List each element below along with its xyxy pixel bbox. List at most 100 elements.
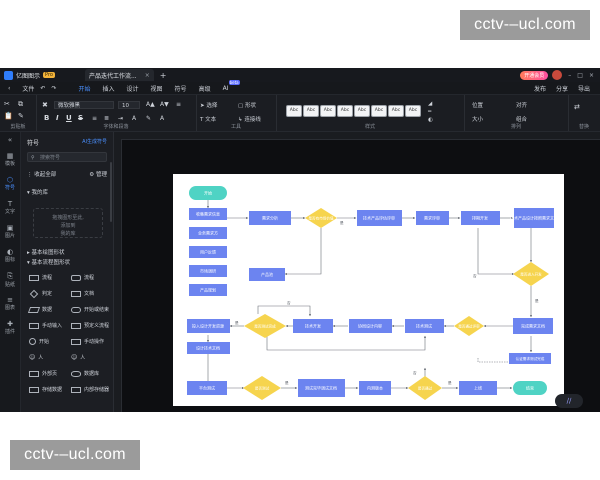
position-button[interactable]: 位置 xyxy=(472,101,483,109)
line-spacing-icon[interactable]: ≡ xyxy=(176,101,181,108)
publish-button[interactable]: 发布 xyxy=(534,84,546,93)
ai-assistant-floating-button[interactable]: ∕∕ xyxy=(555,394,583,408)
highlight-icon[interactable]: ✎ xyxy=(146,115,151,122)
symbol-document[interactable]: 文档 xyxy=(71,290,94,297)
document-tab[interactable]: 产品迭代工作流... × xyxy=(84,69,154,81)
canvas-area[interactable]: 是 否 是 否 是 是 是 否 开始 收集需求信息 业务需求方 用户反馈 市场调… xyxy=(114,132,600,412)
node-design[interactable]: 技术开发 xyxy=(293,319,333,333)
style-swatch-7[interactable]: Abc xyxy=(388,105,404,117)
node-review[interactable]: 需求评审 xyxy=(416,211,449,225)
cut-icon[interactable]: ✂ xyxy=(4,100,10,108)
shape-tool[interactable]: ▢ 形状 xyxy=(238,101,256,109)
connector[interactable] xyxy=(477,228,515,276)
node-report[interactable]: 认证需求测试完成 xyxy=(509,353,551,364)
symbol-data[interactable]: 数据 xyxy=(27,306,52,313)
manage-button[interactable]: ⚙ 管理 xyxy=(89,170,107,178)
symbol-predefined[interactable]: 预定义流程 xyxy=(71,322,109,329)
style-swatch-1[interactable]: Abc xyxy=(286,105,302,117)
symbol-start-end[interactable]: 开始或结束 xyxy=(71,306,109,313)
symbol-person[interactable]: ☺ 人 xyxy=(29,354,43,361)
node-market[interactable]: 市场调研 xyxy=(189,265,227,277)
sidebar-item-image[interactable]: ▣ 图片 xyxy=(0,224,20,239)
sidebar-item-chart[interactable]: ≡ 图表 xyxy=(0,296,20,311)
text-color-icon[interactable]: A xyxy=(132,115,136,122)
list-icon[interactable]: ≡ xyxy=(92,115,97,122)
panel-scrollbar[interactable] xyxy=(110,162,112,222)
sidebar-item-symbol[interactable]: ⬡ 符号 xyxy=(0,176,20,191)
node-release[interactable]: 平台测试 xyxy=(187,381,227,395)
menu-symbol[interactable]: 符号 xyxy=(175,84,187,93)
symbol-start[interactable]: 开始 xyxy=(29,338,49,345)
node-tech-eval[interactable]: 技术产品评估评审 xyxy=(357,210,402,226)
size-button[interactable]: 大小 xyxy=(472,115,483,123)
sidebar-item-plugin[interactable]: ✚ 插件 xyxy=(0,320,20,335)
copy-icon[interactable]: ⧉ xyxy=(18,100,23,109)
indent-icon[interactable]: ⇥ xyxy=(118,115,123,122)
sidebar-item-template[interactable]: ▦ 模板 xyxy=(0,152,20,167)
menu-view[interactable]: 视图 xyxy=(151,84,163,93)
decision-d4[interactable]: 是否测试完成 xyxy=(244,314,286,338)
menu-insert[interactable]: 插入 xyxy=(103,84,115,93)
connector[interactable] xyxy=(284,228,322,276)
node-pm[interactable]: 业务需求方 xyxy=(189,227,227,239)
symbol-process[interactable]: 流程 xyxy=(29,274,52,281)
text-tool[interactable]: T 文本 xyxy=(200,115,216,123)
flowchart-diagram[interactable]: 是 否 是 否 是 是 是 否 开始 收集需求信息 业务需求方 用户反馈 市场调… xyxy=(173,174,564,406)
node-dev-req[interactable]: 投入设计开发资源 xyxy=(187,319,230,333)
font-size-select[interactable]: 10 xyxy=(118,101,140,109)
underline-icon[interactable]: U xyxy=(66,114,72,122)
start-terminal[interactable]: 开始 xyxy=(189,186,227,200)
fill-icon[interactable]: A xyxy=(160,115,164,122)
format-painter-icon[interactable]: ✎ xyxy=(18,112,24,120)
select-tool[interactable]: ➤ 选择 xyxy=(200,101,217,109)
symbol-database[interactable]: 数据库 xyxy=(71,370,99,377)
connector-tool[interactable]: ↳ 连接线 xyxy=(238,115,261,123)
sidebar-item-text[interactable]: T 文字 xyxy=(0,200,20,215)
symbol-process-2[interactable]: 流程 xyxy=(71,274,94,281)
basic-shapes-header[interactable]: ▸ 基本绘图形状 xyxy=(27,248,65,256)
symbol-manual-input[interactable]: 手动输入 xyxy=(29,322,62,329)
collapse-panel-button[interactable]: « xyxy=(0,136,20,144)
font-shrink-icon[interactable]: A▼ xyxy=(160,101,169,108)
node-tech-review[interactable]: 技术测试 xyxy=(405,319,444,333)
back-icon[interactable]: ‹ xyxy=(8,85,10,92)
clear-format-icon[interactable]: ✖ xyxy=(42,101,48,109)
symbol-manual-op[interactable]: 手动操作 xyxy=(71,338,104,345)
connector[interactable] xyxy=(266,335,427,351)
style-swatch-6[interactable]: Abc xyxy=(371,105,387,117)
node-tech-doc[interactable]: 技术产品设计按照需求文档 xyxy=(510,208,558,228)
symbol-person-2[interactable]: ☺ 人 xyxy=(71,354,85,361)
node-user[interactable]: 用户反馈 xyxy=(189,246,227,258)
diagram-page[interactable]: 是 否 是 否 是 是 是 否 开始 收集需求信息 业务需求方 用户反馈 市场调… xyxy=(173,174,564,406)
symbol-stored-data[interactable]: 存储数据 xyxy=(29,386,62,393)
font-grow-icon[interactable]: A▲ xyxy=(146,101,155,108)
italic-icon[interactable]: I xyxy=(56,114,59,122)
line-style-icon[interactable]: ━ xyxy=(428,109,431,115)
align-button[interactable]: 对齐 xyxy=(516,101,527,109)
node-launch[interactable]: 测试完毕调试文档 xyxy=(298,379,345,397)
menu-ai[interactable]: AI beta xyxy=(223,79,240,92)
style-swatch-2[interactable]: Abc xyxy=(303,105,319,117)
paste-icon[interactable]: 📋 xyxy=(4,112,13,120)
group-button[interactable]: 组合 xyxy=(516,115,527,123)
my-library-header[interactable]: ▾ 我的库 xyxy=(27,188,48,196)
menu-file[interactable]: 文件 xyxy=(22,84,34,93)
decision-d6[interactable]: 是否通过 xyxy=(408,376,442,400)
replace-icon[interactable]: ⇄ xyxy=(574,103,580,111)
node-pool[interactable]: 产品池 xyxy=(249,268,285,281)
node-schedule[interactable]: 排期开发 xyxy=(461,211,500,225)
symbol-search-input[interactable]: ⚲ 搜索符号 xyxy=(27,152,107,162)
member-button[interactable]: 开通会员 xyxy=(520,70,549,80)
decision-d1[interactable]: 是否有市场价值 xyxy=(305,208,337,228)
symbol-off-page[interactable]: 外部页 xyxy=(29,370,57,377)
close-tab-icon[interactable]: × xyxy=(145,72,150,79)
connector[interactable] xyxy=(477,358,509,363)
node-verify[interactable]: 内测版本 xyxy=(359,381,391,395)
fill-style-icon[interactable]: ◢ xyxy=(428,101,432,107)
decision-d2[interactable]: 是否进入开发 xyxy=(513,262,549,286)
export-button[interactable]: 导出 xyxy=(578,84,590,93)
ai-generate-symbol-link[interactable]: AI生成符号 xyxy=(82,138,107,145)
node-collect[interactable]: 收集需求信息 xyxy=(189,208,227,220)
symbol-internal-storage[interactable]: 内部存储器 xyxy=(71,386,109,393)
node-doc-plan[interactable]: 设计技术文档 xyxy=(187,342,230,354)
